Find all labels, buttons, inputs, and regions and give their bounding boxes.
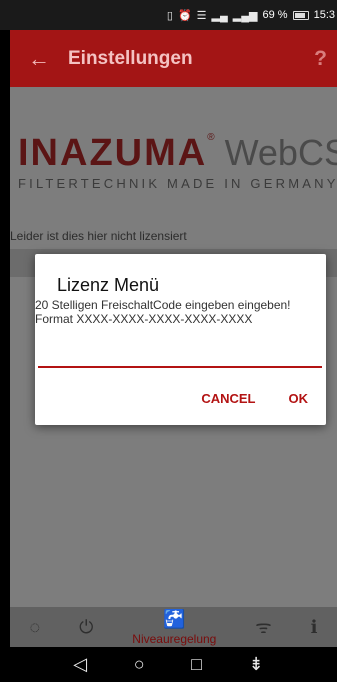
- license-dialog: Lizenz Menü 20 Stelligen FreischaltCode …: [35, 254, 326, 425]
- dialog-title: Lizenz Menü: [57, 275, 160, 295]
- bottom-navigation: ◌ ⏻ 🚰 Niveauregelung ᯤ ℹ: [10, 607, 337, 647]
- ok-button[interactable]: OK: [289, 391, 309, 406]
- info-icon: ℹ: [310, 616, 318, 637]
- app-bar: ← Einstellungen ?: [10, 30, 337, 87]
- system-navigation-bar: ◁ ○ □ ⇟: [0, 647, 337, 682]
- logo-product: WebCSA: [224, 132, 337, 173]
- signal-icon: ▂▄: [211, 9, 228, 22]
- dialog-message-line2: Format XXXX-XXXX-XXXX-XXXX-XXXX: [35, 312, 253, 326]
- signal-icon: ▂▄▆: [232, 9, 258, 22]
- cancel-button[interactable]: CANCEL: [201, 391, 255, 406]
- nav-info[interactable]: ℹ: [311, 617, 318, 638]
- nav-niveauregelung-label: Niveauregelung: [132, 631, 217, 646]
- help-icon[interactable]: ?: [314, 47, 337, 71]
- power-icon: ⏻: [79, 616, 94, 637]
- system-home-icon[interactable]: ○: [134, 654, 145, 675]
- nav-dashboard[interactable]: ◌: [29, 617, 40, 638]
- page-title: Einstellungen: [68, 47, 193, 69]
- gauge-icon: ◌: [29, 616, 41, 637]
- wifi-icon: ᯤ: [255, 617, 272, 637]
- nav-niveauregelung[interactable]: 🚰 Niveauregelung: [132, 609, 216, 646]
- back-arrow-icon[interactable]: ←: [10, 46, 50, 72]
- nav-power[interactable]: ⏻: [79, 617, 93, 638]
- alarm-icon: ⏰: [177, 9, 192, 22]
- system-recents-icon[interactable]: □: [191, 654, 202, 675]
- faucet-icon: 🚰: [163, 608, 186, 629]
- dialog-message: 20 Stelligen FreischaltCode eingeben ein…: [35, 298, 326, 326]
- phone-screen: ▯ ⏰ ☰ ▂▄ ▂▄▆ 69 % 15:3 ← Einstellungen ?…: [0, 0, 337, 682]
- status-bar: ▯ ⏰ ☰ ▂▄ ▂▄▆ 69 % 15:3: [0, 0, 337, 30]
- clock: 15:3: [313, 9, 335, 21]
- nav-wifi[interactable]: ᯤ: [255, 615, 271, 639]
- system-back-icon[interactable]: ◁: [73, 654, 87, 675]
- license-code-input[interactable]: [38, 344, 322, 368]
- dialog-message-line1: 20 Stelligen FreischaltCode eingeben ein…: [35, 298, 291, 312]
- dialog-actions: CANCEL OK: [201, 391, 308, 406]
- vibrate-icon: ▯: [166, 9, 173, 22]
- license-status-text: Leider ist dies hier nicht lizensiert: [10, 229, 187, 243]
- logo-registered-mark: ®: [207, 132, 215, 143]
- system-extra-icon[interactable]: ⇟: [249, 654, 264, 675]
- battery-percent: 69 %: [262, 9, 288, 21]
- logo-brand: INAZUMA: [18, 132, 208, 174]
- wifi-icon: ☰: [196, 9, 207, 22]
- logo-tagline: FILTERTECHNIK MADE IN GERMANY: [18, 176, 337, 191]
- logo: INAZUMA® WebCSA: [18, 132, 337, 175]
- battery-icon: [292, 10, 309, 20]
